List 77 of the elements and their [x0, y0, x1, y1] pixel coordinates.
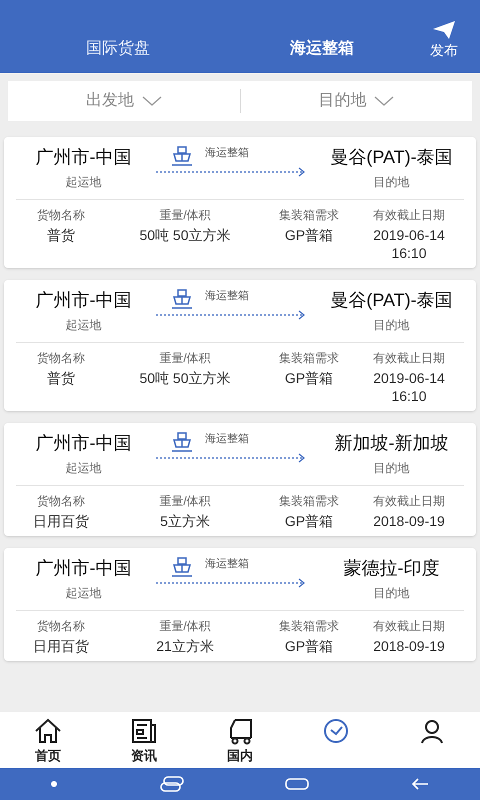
field-label: 有效截止日期	[373, 207, 445, 224]
destination-label: 目的地	[374, 460, 410, 477]
nav-item[interactable]: 国内	[192, 712, 288, 768]
field-value: 日用百货	[32, 637, 90, 655]
destination-label: 目的地	[374, 585, 410, 602]
field-label: 有效截止日期	[373, 350, 445, 367]
field-label: 货物名称	[37, 618, 85, 635]
origin-label: 起运地	[66, 585, 102, 602]
field-value: 普货	[46, 226, 76, 244]
home-button-icon[interactable]	[285, 778, 310, 790]
field-value: 2019-06-14 16:10	[372, 226, 446, 262]
destination-city: 曼谷(PAT)-泰国	[330, 289, 453, 312]
field-value: 50吨 50立方米	[138, 226, 232, 244]
ship-icon	[171, 556, 193, 578]
destination-label: 目的地	[374, 174, 410, 191]
publish-button[interactable]: 发布	[424, 20, 464, 61]
origin-label: 起运地	[66, 317, 102, 334]
field-label: 货物名称	[37, 207, 85, 224]
cargo-card[interactable]: 广州市-中国 起运地 海运整箱 新加坡-新加坡 目的地 货物名称 日用百货 重量/体积 5立方米 集装箱需求 GP普箱 有效截止日期 2018-09-19	[4, 423, 476, 536]
origin-city: 广州市-中国	[36, 289, 132, 312]
field-value: 2018-09-19	[372, 512, 446, 530]
news-icon	[129, 716, 159, 746]
header-tab[interactable]: 国际货盘	[16, 37, 220, 61]
nav-item[interactable]: 资讯	[96, 712, 192, 768]
field-value: 5立方米	[159, 512, 211, 530]
origin-city: 广州市-中国	[36, 557, 132, 580]
destination-city: 曼谷(PAT)-泰国	[330, 146, 453, 169]
field-value: GP普箱	[284, 637, 334, 655]
field-label: 重量/体积	[159, 207, 211, 224]
field-label: 集装箱需求	[279, 493, 339, 510]
field-value: 普货	[46, 369, 76, 387]
cargo-card[interactable]: 广州市-中国 起运地 海运整箱 蒙德拉-印度 目的地 货物名称 日用百货 重量/体积 21立方米 集装箱需求 GP普箱 有效截止日期 2018-09-19	[4, 548, 476, 661]
destination-label: 目的地	[374, 317, 410, 334]
filter-dropdown[interactable]: 出发地	[8, 89, 240, 113]
field-label: 重量/体积	[159, 350, 211, 367]
back-icon[interactable]	[410, 777, 430, 791]
field-value: GP普箱	[284, 512, 334, 530]
header-tab[interactable]: 海运整箱	[220, 37, 424, 61]
field-value: 2018-09-19	[372, 637, 446, 655]
field-value: GP普箱	[284, 226, 334, 244]
field-label: 货物名称	[37, 493, 85, 510]
field-label: 集装箱需求	[279, 618, 339, 635]
cargo-card[interactable]: 广州市-中国 起运地 海运整箱 曼谷(PAT)-泰国 目的地 货物名称 普货 重量/体积 50吨 50立方米 集装箱需求 GP普箱 有效截止日期 2019-06-14 16:10	[4, 137, 476, 268]
cargo-card[interactable]: 广州市-中国 起运地 海运整箱 曼谷(PAT)-泰国 目的地 货物名称 普货 重量/体积 50吨 50立方米 集装箱需求 GP普箱 有效截止日期 2019-06-14 16:10	[4, 280, 476, 411]
origin-city: 广州市-中国	[36, 146, 132, 169]
filter-dropdown[interactable]: 目的地	[240, 89, 472, 113]
field-value: 日用百货	[32, 512, 90, 530]
field-value: GP普箱	[284, 369, 334, 387]
dot-icon[interactable]	[50, 780, 58, 788]
origin-label: 起运地	[66, 460, 102, 477]
transport-mode: 海运整箱	[205, 146, 249, 161]
chevron-down-icon	[142, 96, 162, 106]
home-icon	[33, 716, 63, 746]
transport-mode: 海运整箱	[205, 289, 249, 304]
origin-label: 起运地	[66, 174, 102, 191]
chevron-down-icon	[374, 96, 394, 106]
field-value: 2019-06-14 16:10	[372, 369, 446, 405]
ship-icon	[171, 431, 193, 453]
transport-mode: 海运整箱	[205, 557, 249, 572]
field-value: 21立方米	[155, 637, 215, 655]
destination-city: 蒙德拉-印度	[344, 557, 440, 580]
recent-apps-icon[interactable]	[158, 776, 185, 792]
field-label: 货物名称	[37, 350, 85, 367]
ship-icon	[171, 145, 193, 167]
nav-item[interactable]: 首页	[0, 712, 96, 768]
paper-plane-icon	[432, 20, 456, 40]
destination-city: 新加坡-新加坡	[334, 432, 448, 455]
origin-city: 广州市-中国	[36, 432, 132, 455]
field-label: 集装箱需求	[279, 207, 339, 224]
transport-mode: 海运整箱	[205, 432, 249, 447]
ship-icon	[171, 288, 193, 310]
field-label: 有效截止日期	[373, 493, 445, 510]
field-value: 50吨 50立方米	[138, 369, 232, 387]
field-label: 有效截止日期	[373, 618, 445, 635]
field-label: 重量/体积	[159, 618, 211, 635]
field-label: 重量/体积	[159, 493, 211, 510]
field-label: 集装箱需求	[279, 350, 339, 367]
